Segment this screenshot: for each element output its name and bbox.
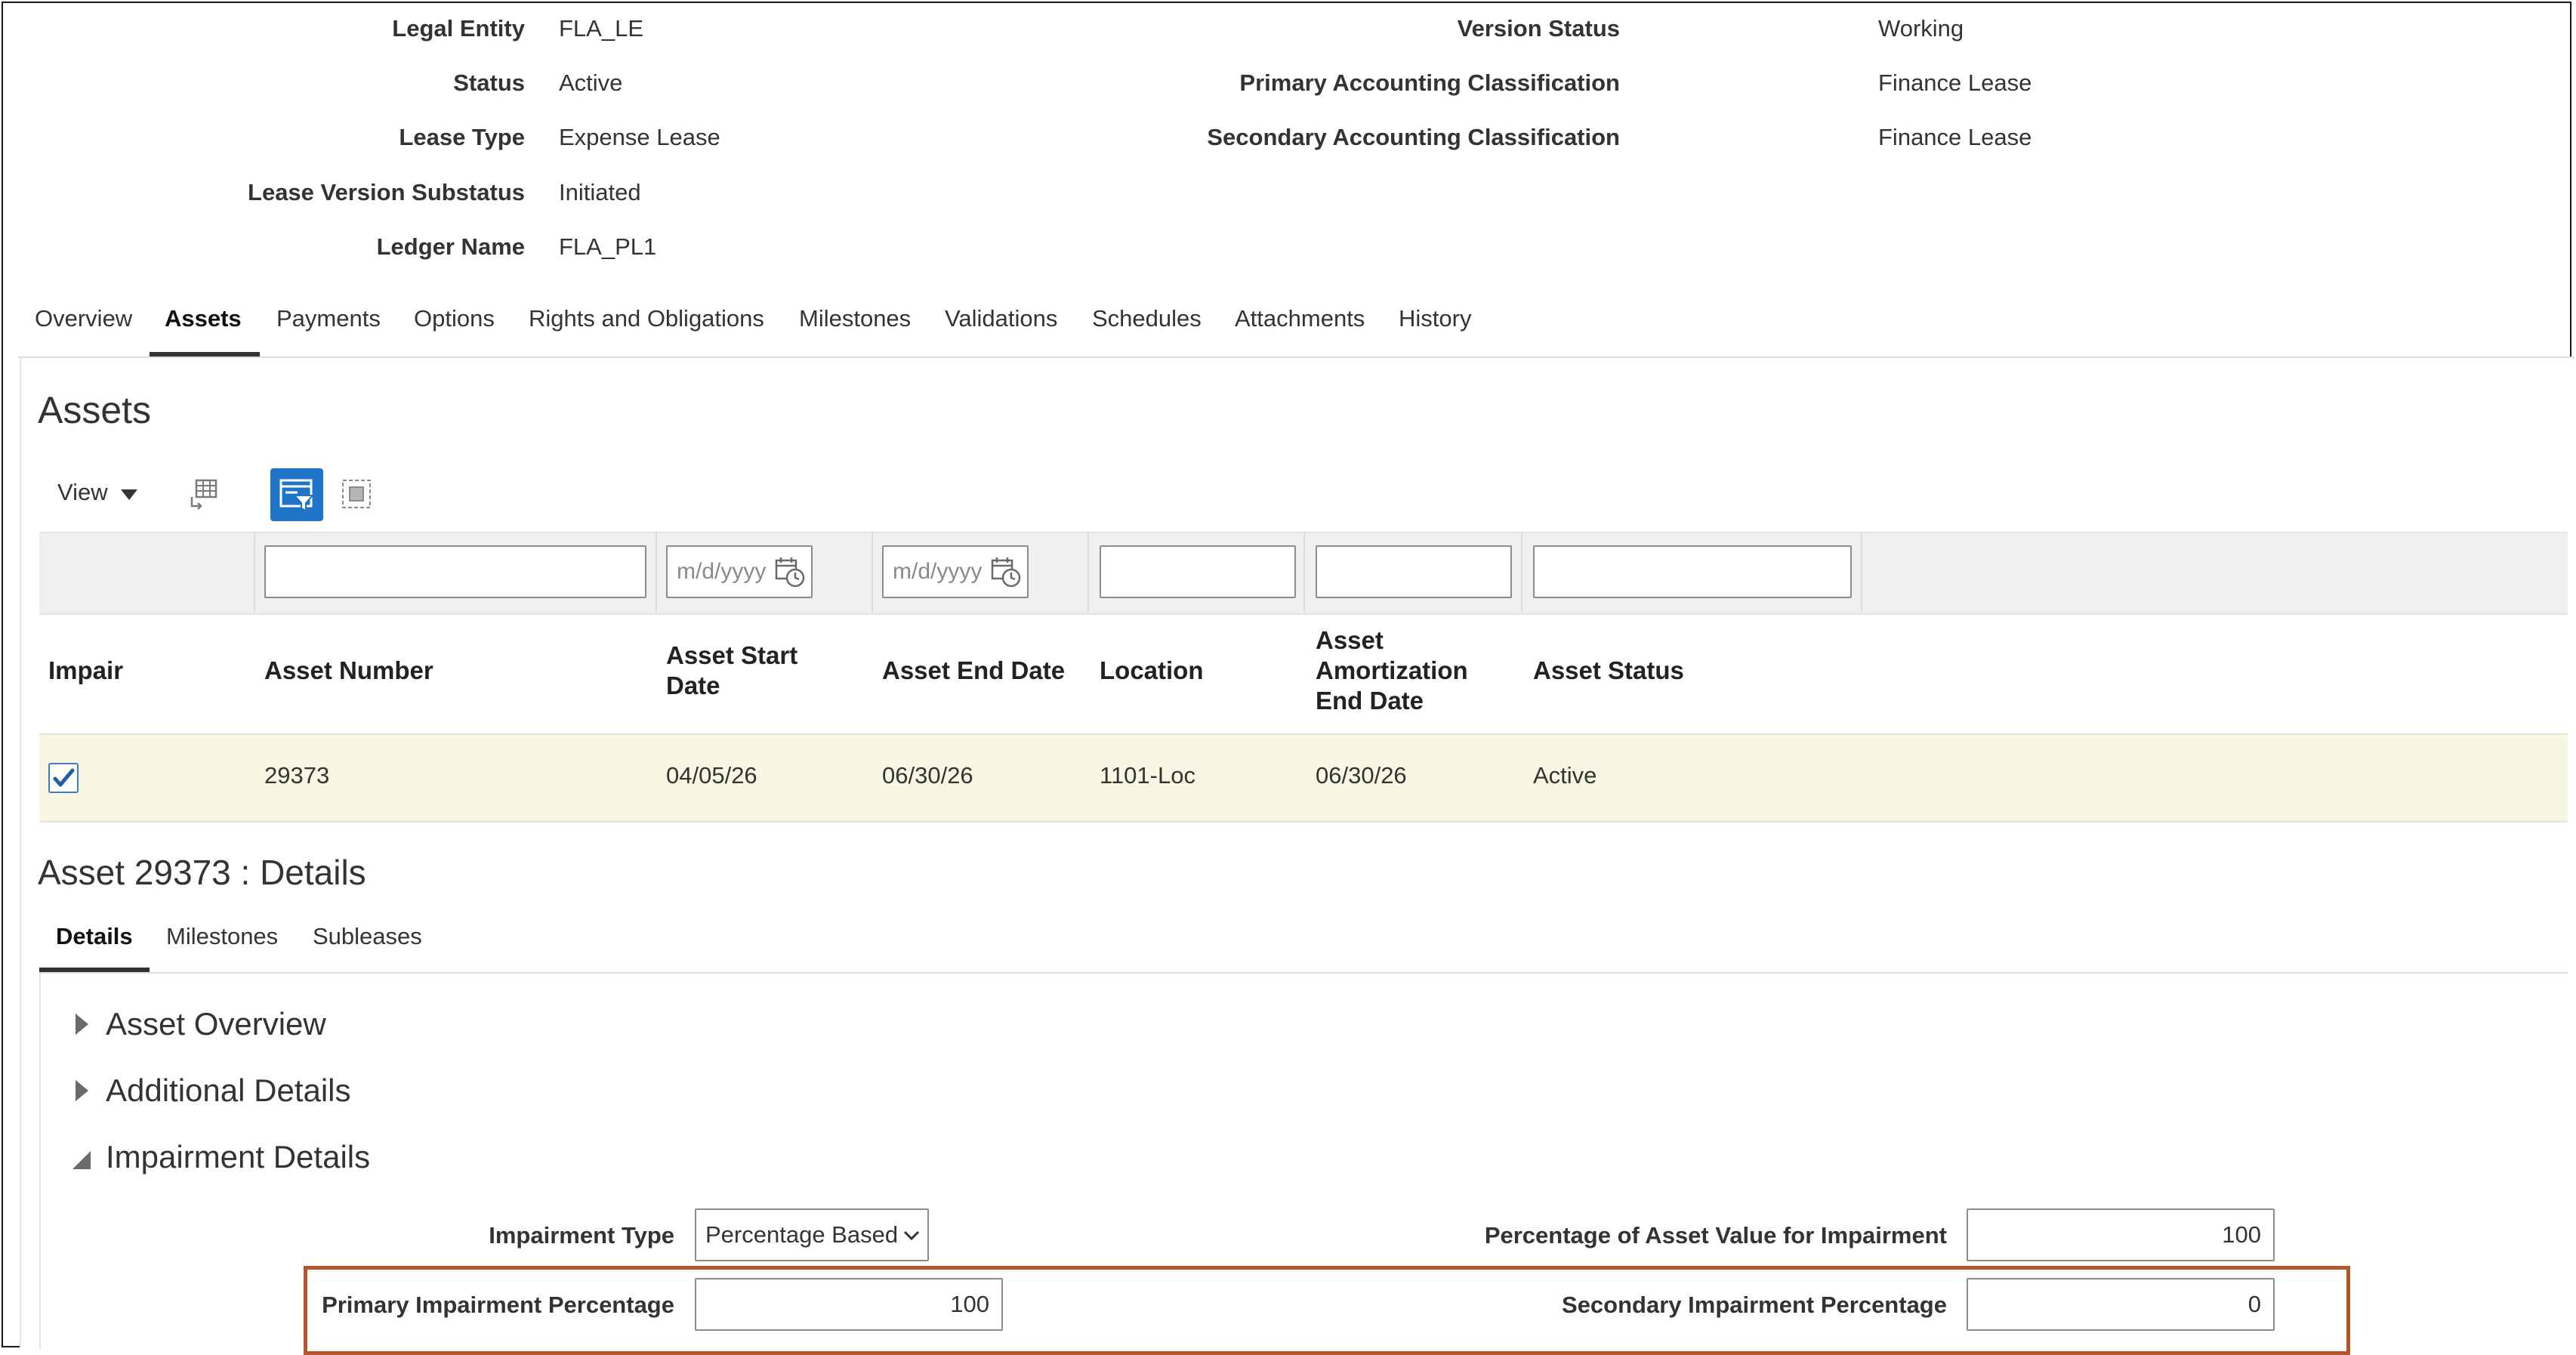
asset-end-date-filter-input[interactable]: m/d/yyyy: [882, 545, 1029, 598]
column-separator: [656, 532, 657, 612]
column-header-line: End Date: [1316, 687, 1424, 715]
primary-accounting-classification-label: Primary Accounting Classification: [1239, 69, 1620, 96]
column-separator: [1087, 532, 1089, 612]
calendar-icon[interactable]: [989, 556, 1023, 589]
impairment-type-label: Impairment Type: [489, 1222, 674, 1249]
calendar-icon[interactable]: [773, 556, 807, 589]
asset-start-date-filter-input[interactable]: m/d/yyyy: [666, 545, 813, 598]
cell-asset-status: Active: [1533, 762, 1597, 789]
impairment-type-value: Percentage Based: [705, 1221, 899, 1248]
lease-version-substatus-label: Lease Version Substatus: [248, 179, 525, 205]
table-row[interactable]: [39, 733, 2568, 823]
chevron-down-icon: [121, 489, 137, 500]
highlight-annotation-box: [304, 1266, 2350, 1355]
ledger-name-label: Ledger Name: [376, 233, 525, 260]
column-header-asset-number[interactable]: Asset Number: [264, 656, 433, 686]
version-status-value: Working: [1878, 15, 1964, 42]
page-frame: Legal Entity FLA_LE Status Active Lease …: [2, 2, 2574, 1355]
asset-end-date-placeholder: m/d/yyyy: [893, 559, 983, 584]
column-header-line: Asset: [1316, 626, 1384, 654]
tab-attachments[interactable]: Attachments: [1235, 305, 1365, 332]
cell-amortization-end-date: 06/30/26: [1316, 762, 1407, 789]
column-header-location[interactable]: Location: [1100, 656, 1204, 686]
asset-number-filter-input[interactable]: [264, 545, 646, 598]
additional-details-disclosure[interactable]: Additional Details: [72, 1073, 450, 1115]
collapse-triangle-icon: [72, 1151, 91, 1169]
tab-validations[interactable]: Validations: [945, 305, 1057, 332]
asset-status-filter-input[interactable]: [1533, 545, 1852, 598]
location-filter-input[interactable]: [1100, 545, 1296, 598]
view-menu-label: View: [57, 479, 108, 505]
tab-payments[interactable]: Payments: [276, 305, 381, 332]
column-header-asset-start-date[interactable]: Asset Start Date: [666, 640, 797, 701]
impair-checkbox[interactable]: [48, 763, 79, 793]
status-value: Active: [559, 69, 623, 96]
status-label: Status: [453, 69, 525, 96]
tab-rights-and-obligations[interactable]: Rights and Obligations: [529, 305, 764, 332]
assets-title: Assets: [38, 389, 152, 431]
column-header-line: Date: [666, 671, 720, 699]
version-status-label: Version Status: [1457, 15, 1620, 42]
column-separator: [1303, 532, 1305, 612]
tab-overview[interactable]: Overview: [35, 305, 132, 332]
amortization-end-date-filter-input[interactable]: [1316, 545, 1512, 598]
expand-triangle-icon: [76, 1080, 88, 1101]
checkmark-icon: [53, 768, 75, 787]
column-separator: [254, 532, 255, 612]
primary-accounting-classification-value: Finance Lease: [1878, 69, 2032, 96]
impairment-details-label: Impairment Details: [106, 1139, 371, 1174]
tab-schedules[interactable]: Schedules: [1092, 305, 1202, 332]
impairment-type-select[interactable]: Percentage Based: [695, 1208, 929, 1261]
subtab-milestones[interactable]: Milestones: [166, 923, 278, 950]
cell-location: 1101-Loc: [1100, 762, 1195, 789]
column-separator: [872, 532, 873, 612]
asset-overview-disclosure[interactable]: Asset Overview: [72, 1006, 450, 1048]
secondary-accounting-classification-value: Finance Lease: [1878, 124, 2032, 150]
cell-asset-start-date: 04/05/26: [666, 762, 757, 789]
tab-options[interactable]: Options: [414, 305, 495, 332]
legal-entity-label: Legal Entity: [392, 15, 525, 42]
additional-details-label: Additional Details: [106, 1073, 351, 1108]
subtab-details[interactable]: Details: [56, 923, 133, 950]
secondary-accounting-classification-label: Secondary Accounting Classification: [1207, 124, 1620, 150]
asset-overview-label: Asset Overview: [106, 1006, 326, 1042]
chevron-down-icon: [903, 1230, 920, 1241]
lease-version-substatus-value: Initiated: [559, 179, 641, 205]
percentage-asset-value-label: Percentage of Asset Value for Impairment: [1484, 1222, 1947, 1249]
query-by-example-icon[interactable]: [270, 468, 323, 521]
view-menu-button[interactable]: View: [57, 479, 148, 509]
column-header-asset-end-date[interactable]: Asset End Date: [882, 656, 1065, 686]
column-separator: [1521, 532, 1522, 612]
column-header-asset-status[interactable]: Asset Status: [1533, 656, 1684, 686]
tab-milestones[interactable]: Milestones: [799, 305, 911, 332]
column-header-impair[interactable]: Impair: [48, 656, 123, 686]
column-header-line: Asset Start: [666, 641, 798, 669]
tab-assets[interactable]: Assets: [165, 305, 242, 332]
cell-asset-number: 29373: [264, 762, 330, 789]
cell-asset-end-date: 06/30/26: [882, 762, 973, 789]
subtab-subleases[interactable]: Subleases: [313, 923, 422, 950]
lease-type-value: Expense Lease: [559, 124, 720, 150]
ledger-name-value: FLA_PL1: [559, 233, 657, 260]
detach-icon[interactable]: [340, 477, 373, 511]
impairment-details-disclosure[interactable]: Impairment Details: [72, 1139, 450, 1181]
freeze-columns-icon[interactable]: [187, 477, 221, 511]
lease-type-label: Lease Type: [399, 124, 525, 150]
legal-entity-value: FLA_LE: [559, 15, 644, 42]
asset-start-date-placeholder: m/d/yyyy: [677, 559, 767, 584]
expand-triangle-icon: [76, 1014, 88, 1035]
column-header-amortization-end-date[interactable]: Asset Amortization End Date: [1316, 625, 1468, 716]
asset-details-title: Asset 29373 : Details: [38, 853, 366, 892]
percentage-asset-value-input[interactable]: 100: [1967, 1208, 2275, 1261]
column-separator: [1861, 532, 1862, 612]
column-header-line: Amortization: [1316, 656, 1468, 684]
tab-history[interactable]: History: [1399, 305, 1471, 332]
